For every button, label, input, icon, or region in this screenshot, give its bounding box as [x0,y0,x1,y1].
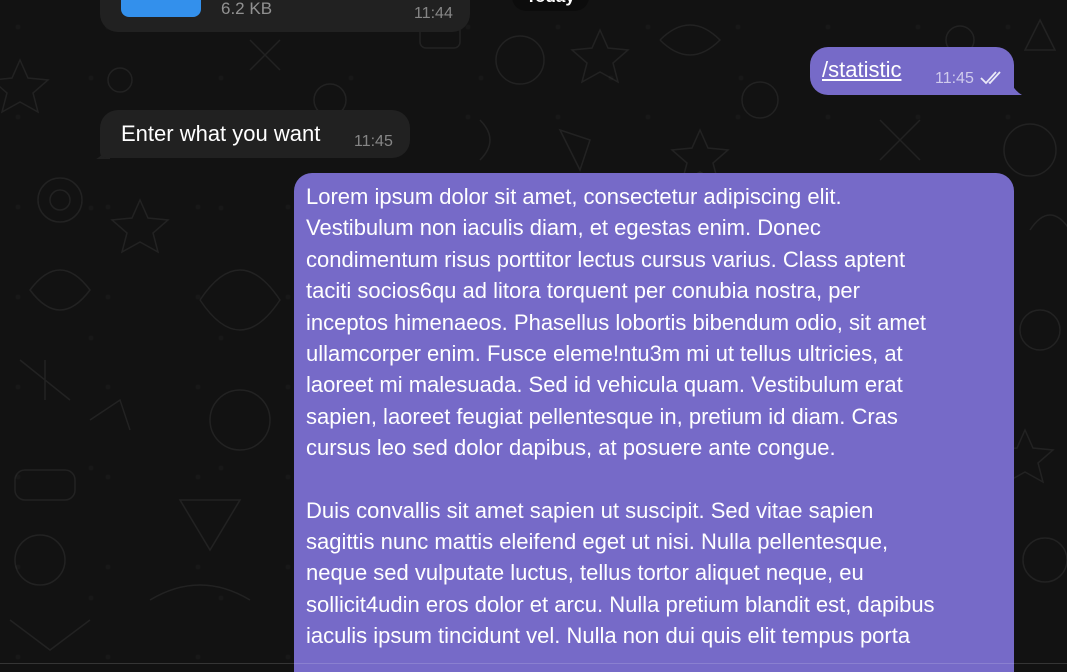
message-time: 11:45 [935,70,974,87]
message-time: 11:44 [414,5,453,22]
date-separator: Today [512,0,589,11]
prompt-message[interactable]: Enter what you want 11:45 [100,110,410,158]
command-link[interactable]: /statistic [822,57,901,83]
message-text: Enter what you want [121,121,321,146]
file-message[interactable]: 6.2 KB 11:44 [100,0,470,32]
message-time: 11:45 [354,133,393,150]
long-text-message[interactable]: Lorem ipsum dolor sit amet, consectetur … [294,173,1014,672]
command-message[interactable]: /statistic 11:45 [810,47,1014,95]
chat-area[interactable]: 6.2 KB 11:44 Today /statistic 11:45 Ente… [0,0,1067,672]
message-paragraph: Lorem ipsum dolor sit amet, consectetur … [306,184,927,461]
file-icon[interactable] [121,0,201,17]
file-size: 6.2 KB [221,0,273,18]
message-paragraph: Duis convallis sit amet sapien ut suscip… [306,497,935,649]
double-check-icon [980,71,1001,85]
composer-divider [0,663,1067,664]
